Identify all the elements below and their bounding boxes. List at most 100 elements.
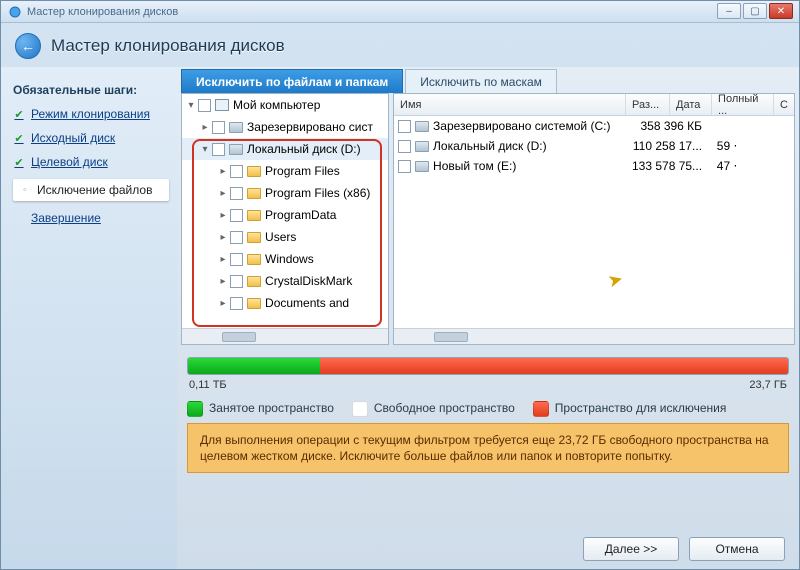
tree-node[interactable]: ▸ Program Files xyxy=(182,160,388,182)
expand-icon[interactable]: ▸ xyxy=(218,276,228,287)
list-name: Локальный диск (D:) xyxy=(433,139,547,153)
check-icon: ✔ xyxy=(13,156,25,168)
list-item[interactable]: Новый том (E:) 133 578 75... 47 ⋅ xyxy=(394,156,794,176)
expand-icon[interactable]: ▸ xyxy=(218,210,228,221)
expand-icon[interactable]: ▸ xyxy=(218,254,228,265)
checkbox[interactable] xyxy=(230,231,243,244)
folder-icon xyxy=(247,210,261,221)
excl-label: 23,7 ГБ xyxy=(749,379,787,391)
checkbox[interactable] xyxy=(230,297,243,310)
collapse-icon[interactable]: ▾ xyxy=(200,144,210,155)
usage-excluded-segment xyxy=(320,358,788,374)
list-hscroll[interactable] xyxy=(394,328,794,344)
expand-icon[interactable]: ▸ xyxy=(200,122,210,133)
checkbox[interactable] xyxy=(398,120,411,133)
checkbox[interactable] xyxy=(230,253,243,266)
folder-icon xyxy=(247,188,261,199)
swatch-excl xyxy=(533,401,549,417)
wizard-window: Мастер клонирования дисков – ▢ ✕ ← Масте… xyxy=(0,0,800,570)
sidebar-title: Обязательные шаги: xyxy=(13,83,169,97)
step-label: Режим клонирования xyxy=(31,107,150,121)
checkbox[interactable] xyxy=(198,99,211,112)
col-size[interactable]: Раз... xyxy=(626,94,670,115)
back-button[interactable]: ← xyxy=(15,33,41,59)
tab-label: Исключить по маскам xyxy=(420,75,542,89)
checkbox[interactable] xyxy=(212,143,225,156)
drive-icon xyxy=(415,161,429,172)
check-icon: ✔ xyxy=(13,132,25,144)
step-exclude-files[interactable]: ◦ Исключение файлов xyxy=(13,179,169,201)
col-date[interactable]: Дата xyxy=(670,94,712,115)
tree-node[interactable]: ▸ Windows xyxy=(182,248,388,270)
list-size: 358 396 КБ xyxy=(628,119,708,133)
step-target-disk[interactable]: ✔ Целевой диск xyxy=(13,155,169,169)
used-label: 0,11 ТБ xyxy=(189,379,227,391)
scroll-thumb[interactable] xyxy=(434,332,468,342)
scroll-thumb[interactable] xyxy=(222,332,256,342)
titlebar[interactable]: Мастер клонирования дисков – ▢ ✕ xyxy=(1,1,799,23)
list-size: 133 578 75... xyxy=(628,159,708,173)
file-list[interactable]: Имя Раз... Дата Полный ... С Зарезервиро… xyxy=(393,93,795,345)
tab-exclude-masks[interactable]: Исключить по маскам xyxy=(405,69,557,93)
next-button[interactable]: Далее >> xyxy=(583,537,679,561)
page-title: Мастер клонирования дисков xyxy=(51,36,285,56)
checkbox[interactable] xyxy=(230,209,243,222)
tree-label: ProgramData xyxy=(265,208,336,222)
list-item[interactable]: Зарезервировано системой (C:) 358 396 КБ xyxy=(394,116,794,136)
window-title: Мастер клонирования дисков xyxy=(27,6,178,18)
checkbox[interactable] xyxy=(230,165,243,178)
checkbox[interactable] xyxy=(398,140,411,153)
tree-node[interactable]: ▸ CrystalDiskMark xyxy=(182,270,388,292)
cancel-button[interactable]: Отмена xyxy=(689,537,785,561)
col-name[interactable]: Имя xyxy=(394,94,626,115)
folder-tree[interactable]: ▾ Мой компьютер ▸ Зарезервировано сист ▾ xyxy=(181,93,389,345)
tree-node[interactable]: ▸ Documents and xyxy=(182,292,388,314)
checkbox[interactable] xyxy=(230,275,243,288)
tree-label: Users xyxy=(265,230,296,244)
close-button[interactable]: ✕ xyxy=(769,3,793,19)
expand-icon[interactable]: ▸ xyxy=(218,232,228,243)
expand-icon[interactable]: ▸ xyxy=(218,298,228,309)
body: Обязательные шаги: ✔ Режим клонирования … xyxy=(1,67,799,569)
maximize-button[interactable]: ▢ xyxy=(743,3,767,19)
list-header: Имя Раз... Дата Полный ... С xyxy=(394,94,794,116)
tree-node-local-d[interactable]: ▾ Локальный диск (D:) xyxy=(182,138,388,160)
warning-banner: Для выполнения операции с текущим фильтр… xyxy=(187,423,789,473)
step-finish[interactable]: ◦ Завершение xyxy=(13,211,169,225)
step-label: Завершение xyxy=(31,211,101,225)
list-item[interactable]: Локальный диск (D:) 110 258 17... 59 ⋅ xyxy=(394,136,794,156)
tree-node-reserved[interactable]: ▸ Зарезервировано сист xyxy=(182,116,388,138)
expand-icon[interactable]: ▸ xyxy=(218,166,228,177)
tab-exclude-files[interactable]: Исключить по файлам и папкам xyxy=(181,69,403,93)
col-full[interactable]: Полный ... xyxy=(712,94,774,115)
tree-node[interactable]: ▸ Users xyxy=(182,226,388,248)
minimize-button[interactable]: – xyxy=(717,3,741,19)
list-name: Новый том (E:) xyxy=(433,159,516,173)
step-mode[interactable]: ✔ Режим клонирования xyxy=(13,107,169,121)
tree-label: Windows xyxy=(265,252,314,266)
legend-used: Занятое пространство xyxy=(187,401,334,417)
tree-node[interactable]: ▸ ProgramData xyxy=(182,204,388,226)
header: ← Мастер клонирования дисков xyxy=(1,23,799,65)
folder-icon xyxy=(247,276,261,287)
tree-label: Program Files xyxy=(265,164,340,178)
drive-icon xyxy=(229,122,243,133)
tree-root[interactable]: ▾ Мой компьютер xyxy=(182,94,388,116)
folder-icon xyxy=(247,166,261,177)
legend: Занятое пространство Свободное пространс… xyxy=(187,401,789,417)
usage-bar xyxy=(187,357,789,375)
tab-label: Исключить по файлам и папкам xyxy=(196,75,388,89)
checkbox[interactable] xyxy=(230,187,243,200)
step-source-disk[interactable]: ✔ Исходный диск xyxy=(13,131,169,145)
checkbox[interactable] xyxy=(398,160,411,173)
collapse-icon[interactable]: ▾ xyxy=(186,100,196,111)
expand-icon[interactable]: ▸ xyxy=(218,188,228,199)
tab-bar: Исключить по файлам и папкам Исключить п… xyxy=(177,67,799,93)
tree-node[interactable]: ▸ Program Files (x86) xyxy=(182,182,388,204)
step-label: Исходный диск xyxy=(31,131,115,145)
tree-hscroll[interactable] xyxy=(182,328,388,344)
arrow-left-icon: ← xyxy=(21,38,35,54)
list-size: 110 258 17... xyxy=(628,139,708,153)
checkbox[interactable] xyxy=(212,121,225,134)
col-last[interactable]: С xyxy=(774,94,794,115)
